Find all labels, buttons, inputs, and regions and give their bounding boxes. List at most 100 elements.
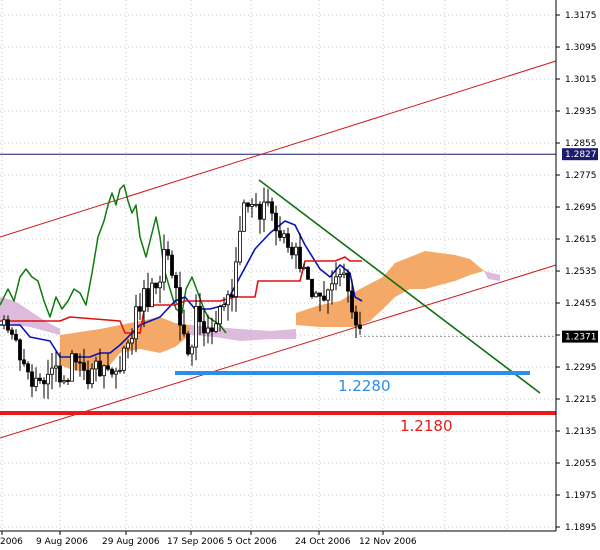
y-tick-label: 1.3015 [565,75,597,85]
y-tick-label: 1.2135 [565,427,597,437]
candle-body-down [22,359,26,365]
candle-body-up [142,288,146,312]
candle-body-up [2,319,6,326]
candle-body-down [346,272,350,292]
candle-body-down [106,365,110,370]
x-tick-label: 5 Oct 2006 [227,537,277,547]
candle-body-down [10,329,14,335]
candle-body-up [326,289,330,301]
support-level-label: 1.2180 [400,417,453,435]
candle-body-up [90,368,94,385]
candle-body-down [66,380,70,382]
candle-body-up [94,360,98,370]
candle-body-down [58,365,62,383]
y-tick-label: 1.2855 [565,139,597,149]
candle-body-down [174,274,178,289]
candle-body-up [234,261,238,297]
candle-body-down [86,369,90,385]
candle-body-up [238,230,242,263]
candle-body-down [178,287,182,326]
candle-body-up [338,274,342,278]
candle-body-up [218,306,222,325]
candle-body-up [114,370,118,375]
candle-body-up [190,346,194,355]
x-tick-label: 12 Nov 2006 [359,537,417,547]
candle-body-down [270,201,274,214]
x-tick-label: 9 Aug 2006 [36,537,88,547]
candle-body-up [102,365,106,377]
y-tick-label: 1.1895 [565,523,597,533]
candle-body-up [162,249,166,283]
candle-body-up [254,203,258,206]
candle-body-up [50,367,54,375]
candle-body-up [206,327,210,334]
ichimoku-chart: 1.2280 1.2180 1.3175 1.3095 1.3015 1.2935 1.2… [0,0,598,547]
price-label-text: 1.2371 [565,333,597,343]
candle-body-up [122,347,126,371]
candle-body-down [78,361,82,364]
candle-body-down [298,246,302,269]
support-level-label: 1.2280 [338,377,391,395]
candle [70,349,74,382]
y-tick-label: 1.2695 [565,203,597,213]
candle-body-down [30,371,34,387]
y-tick-label: 1.2615 [565,235,597,245]
candle-body-down [322,295,326,301]
candle-body-down [182,324,186,335]
candle-body-up [46,373,50,385]
candle-body-up [294,246,298,256]
y-tick-label: 1.2295 [565,363,597,373]
candle-body-down [186,333,190,355]
candle [186,331,190,357]
candle-body-down [38,377,42,382]
candle-body-down [42,380,46,385]
candle-body-down [290,246,294,256]
candle-body-up [70,353,74,382]
candle-body-down [154,282,158,289]
candle-body-up [194,305,198,348]
candle-body-down [74,353,78,363]
x-tick-label: 17 Sep 2006 [167,537,224,547]
candle-body-up [226,294,230,306]
candle-body-down [306,266,310,280]
candle-body-down [82,362,86,371]
candle-body-up [266,201,270,204]
candle-body-down [198,305,202,322]
candle-body-up [34,377,38,387]
candle-body-up [222,304,226,308]
candle-body-down [166,249,170,256]
candle-body-down [110,368,114,375]
candle [242,199,246,232]
candle-body-up [262,201,266,220]
candle-body-down [358,324,362,329]
candle-body-down [310,278,314,298]
price-label-text: 1.2827 [565,150,597,160]
candle-body-up [118,369,122,372]
candle-body-up [130,338,134,344]
candle [122,345,126,374]
chart: 1.2280 1.2180 1.3175 1.3095 1.3015 1.2935 1.2… [0,0,600,550]
candle [310,278,314,299]
candle-body-up [314,292,318,298]
candle-body-up [282,233,286,238]
x-tick-label: 2006 [0,537,23,547]
candle-body-down [26,363,30,373]
candle-body-up [330,283,334,291]
candle-body-down [146,288,150,308]
x-tick-label: 29 Aug 2006 [102,537,160,547]
candle-body-down [98,360,102,377]
y-tick-label: 1.3175 [565,11,597,21]
candle-body-down [202,321,206,334]
y-tick-label: 1.3095 [565,43,597,53]
candle-body-up [214,323,218,332]
candle-body-down [286,233,290,248]
candle-body-down [350,290,354,313]
candle-body-down [278,230,282,238]
candle-body-up [126,342,130,349]
y-tick-label: 1.1975 [565,491,597,501]
y-tick-label: 1.2455 [565,299,597,309]
candle-body-down [170,254,174,276]
candle-body-down [274,212,278,232]
candle-body-up [334,276,338,285]
candle-body-down [246,202,250,207]
